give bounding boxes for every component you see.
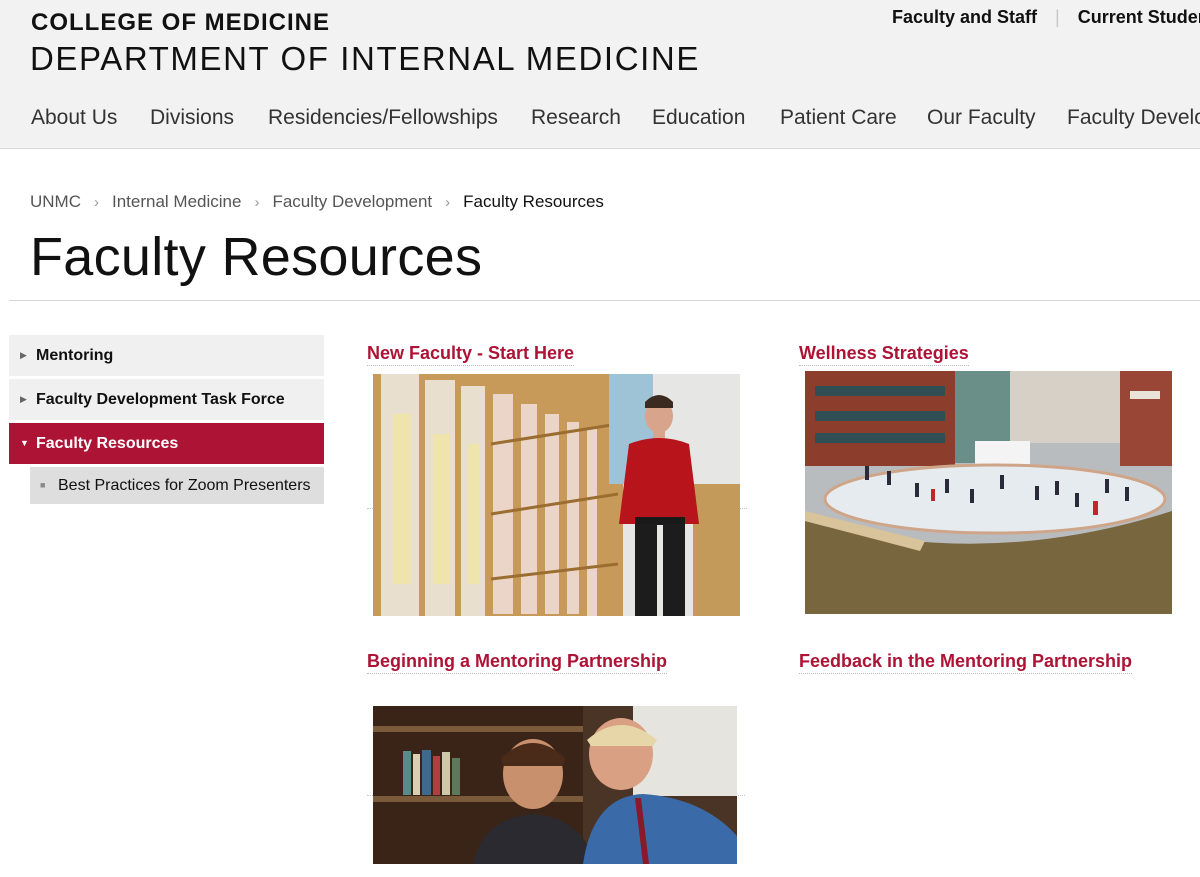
- sidebar-item-label: Faculty Resources: [36, 435, 179, 452]
- sidebar-item-mentoring[interactable]: ▶ Mentoring: [9, 335, 324, 376]
- sidebar-subitem-zoom-practices[interactable]: ■ Best Practices for Zoom Presenters: [30, 467, 324, 504]
- caret-right-icon: ▶: [20, 350, 27, 360]
- utility-separator: |: [1055, 7, 1060, 27]
- sidebar-item-label: Faculty Development Task Force: [36, 391, 285, 408]
- breadcrumb-link-unmc[interactable]: UNMC: [30, 192, 81, 211]
- nav-item-residencies-fellowships[interactable]: Residencies/Fellowships: [268, 106, 498, 130]
- nav-item-divisions[interactable]: Divisions: [150, 106, 234, 130]
- nav-item-about-us[interactable]: About Us: [31, 106, 117, 130]
- nav-item-patient-care[interactable]: Patient Care: [780, 106, 897, 130]
- new-faculty-photo[interactable]: [373, 374, 740, 616]
- bullet-icon: ■: [40, 480, 46, 490]
- page-title: Faculty Resources: [30, 227, 483, 287]
- caret-right-icon: ▶: [20, 394, 27, 404]
- sidebar-item-faculty-resources[interactable]: ▼ Faculty Resources: [9, 423, 324, 464]
- mentoring-photo[interactable]: [373, 706, 737, 864]
- college-name[interactable]: COLLEGE OF MEDICINE: [31, 9, 330, 37]
- breadcrumb-current: Faculty Resources: [463, 192, 604, 211]
- card-title-new-faculty[interactable]: New Faculty - Start Here: [367, 343, 575, 366]
- breadcrumb-link-internal-medicine[interactable]: Internal Medicine: [112, 192, 241, 211]
- caret-down-icon: ▼: [20, 438, 29, 448]
- sidebar-item-label: Mentoring: [36, 347, 114, 364]
- breadcrumb-link-faculty-development[interactable]: Faculty Development: [272, 192, 432, 211]
- chevron-right-icon: ›: [445, 194, 451, 211]
- nav-item-education[interactable]: Education: [652, 106, 745, 130]
- card-title-feedback-mentoring[interactable]: Feedback in the Mentoring Partnership: [799, 651, 1133, 674]
- card-title-wellness[interactable]: Wellness Strategies: [799, 343, 969, 366]
- sidebar-item-task-force[interactable]: ▶ Faculty Development Task Force: [9, 379, 324, 420]
- utility-link-faculty-staff[interactable]: Faculty and Staff: [892, 7, 1037, 27]
- chevron-right-icon: ›: [94, 194, 99, 211]
- title-divider: [9, 300, 1200, 301]
- sidebar-subitem-label: Best Practices for Zoom Presenters: [58, 477, 311, 494]
- card-title-beginning-mentoring[interactable]: Beginning a Mentoring Partnership: [367, 651, 668, 674]
- breadcrumb: UNMC › Internal Medicine › Faculty Developme…: [30, 192, 604, 212]
- nav-item-research[interactable]: Research: [531, 106, 621, 130]
- utility-nav: Faculty and Staff | Current Studer: [892, 7, 1200, 28]
- site-header: COLLEGE OF MEDICINE DEPARTMENT OF INTERN…: [0, 0, 1200, 149]
- utility-link-current-students[interactable]: Current Studer: [1078, 7, 1200, 27]
- nav-item-our-faculty[interactable]: Our Faculty: [927, 106, 1036, 130]
- wellness-photo[interactable]: [805, 371, 1172, 614]
- chevron-right-icon: ›: [254, 194, 260, 211]
- nav-item-faculty-development[interactable]: Faculty Develo: [1067, 106, 1200, 130]
- department-name[interactable]: DEPARTMENT OF INTERNAL MEDICINE: [30, 40, 700, 78]
